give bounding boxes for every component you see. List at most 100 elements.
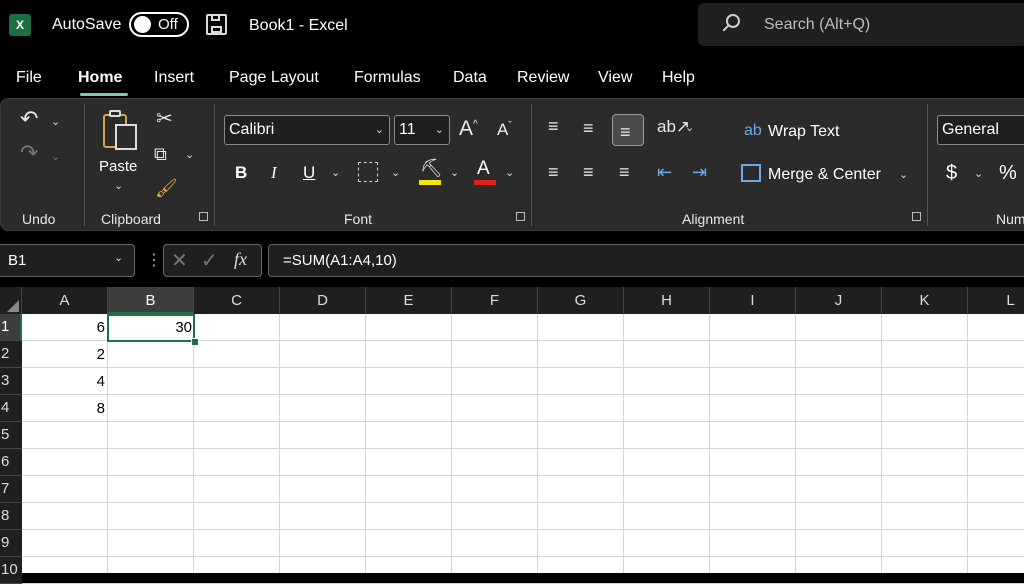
redo-dropdown-icon[interactable]: ⌄ [51, 150, 60, 163]
align-right-icon[interactable]: ≡ [619, 162, 630, 182]
insert-function-icon[interactable]: fx [234, 249, 247, 270]
formula-text: =SUM(A1:A4,10) [283, 252, 397, 269]
tab-insert[interactable]: Insert [154, 69, 194, 87]
number-format-value: General [942, 121, 999, 138]
font-launcher-icon[interactable] [516, 212, 525, 221]
cut-icon[interactable]: ✂ [156, 109, 173, 129]
more-options-icon[interactable]: ⋮ [146, 250, 162, 270]
underline-dropdown-icon[interactable]: ⌄ [331, 166, 340, 179]
column-header-i[interactable]: I [710, 287, 796, 314]
tab-view[interactable]: View [598, 69, 632, 87]
cell-a3[interactable]: 4 [22, 369, 105, 395]
paste-dropdown-icon[interactable]: ⌄ [114, 179, 123, 192]
tab-home[interactable]: Home [78, 69, 122, 87]
column-header-g[interactable]: G [538, 287, 624, 314]
cell-a1[interactable]: 6 [22, 315, 105, 341]
row-header-9[interactable]: 9 [0, 530, 22, 557]
row-header-2[interactable]: 2 [0, 341, 22, 368]
row-header-4[interactable]: 4 [0, 395, 22, 422]
autosave-toggle[interactable]: Off [129, 12, 189, 37]
tab-review[interactable]: Review [517, 69, 569, 87]
align-bottom-button[interactable]: ≡ [612, 114, 644, 146]
search-box[interactable]: Search (Alt+Q) [698, 3, 1024, 46]
decrease-indent-icon[interactable]: ⇤ [657, 162, 672, 182]
font-color-icon[interactable]: A [477, 158, 490, 180]
row-header-7[interactable]: 7 [0, 476, 22, 503]
chevron-down-icon: ⌄ [374, 124, 384, 136]
increase-indent-icon[interactable]: ⇥ [692, 162, 707, 182]
italic-button[interactable]: I [271, 163, 277, 183]
fill-color-icon[interactable]: ⛏ [420, 158, 443, 178]
merge-center-dropdown-icon[interactable]: ⌄ [899, 168, 908, 181]
font-name-dropdown[interactable]: Calibri ⌄ [224, 115, 390, 145]
row-header-1[interactable]: 1 [0, 314, 22, 341]
cancel-icon[interactable]: ✕ [171, 248, 188, 273]
copy-dropdown-icon[interactable]: ⌄ [185, 148, 194, 161]
align-middle-icon[interactable]: ≡ [583, 118, 594, 138]
grid-column-line [967, 314, 968, 573]
tab-page-layout[interactable]: Page Layout [229, 69, 319, 87]
column-header-h[interactable]: H [624, 287, 710, 314]
row-header-3[interactable]: 3 [0, 368, 22, 395]
tab-formulas[interactable]: Formulas [354, 69, 421, 87]
merge-center-button[interactable]: Merge & Center [768, 166, 881, 184]
copy-icon[interactable]: ⧉ [154, 144, 167, 164]
borders-dropdown-icon[interactable]: ⌄ [391, 166, 400, 179]
decrease-font-size-button[interactable]: Aˇ [497, 120, 512, 140]
decrease-font-size-icon: A [497, 120, 509, 139]
row-header-5[interactable]: 5 [0, 422, 22, 449]
paste-label[interactable]: Paste [99, 158, 137, 175]
column-header-l[interactable]: L [968, 287, 1024, 314]
search-icon [726, 14, 740, 28]
tab-help[interactable]: Help [662, 69, 695, 87]
underline-button[interactable]: U [303, 163, 315, 183]
align-center-icon[interactable]: ≡ [583, 162, 594, 182]
increase-font-size-button[interactable]: A^ [459, 117, 478, 141]
column-header-j[interactable]: J [796, 287, 882, 314]
redo-icon[interactable]: ↷ [20, 142, 38, 164]
tab-file[interactable]: File [16, 69, 42, 87]
enter-icon[interactable]: ✓ [201, 248, 218, 273]
borders-icon[interactable] [358, 162, 378, 182]
column-header-c[interactable]: C [194, 287, 280, 314]
column-header-e[interactable]: E [366, 287, 452, 314]
align-left-icon[interactable]: ≡ [548, 162, 559, 182]
font-color-dropdown-icon[interactable]: ⌄ [505, 166, 514, 179]
currency-button[interactable]: $ [946, 162, 957, 185]
wrap-text-button[interactable]: Wrap Text [768, 123, 839, 141]
undo-icon[interactable]: ↶ [20, 108, 38, 130]
percent-button[interactable]: % [999, 162, 1017, 185]
cell-a2[interactable]: 2 [22, 342, 105, 368]
document-title: Book1 - Excel [249, 17, 348, 34]
number-format-dropdown[interactable]: General [937, 115, 1024, 145]
undo-dropdown-icon[interactable]: ⌄ [51, 115, 60, 128]
clipboard-launcher-icon[interactable] [199, 212, 208, 221]
chevron-down-icon: ⌄ [434, 124, 444, 136]
alignment-launcher-icon[interactable] [912, 212, 921, 221]
column-header-k[interactable]: K [882, 287, 968, 314]
select-all-button[interactable] [0, 287, 22, 314]
row-header-6[interactable]: 6 [0, 449, 22, 476]
column-header-d[interactable]: D [280, 287, 366, 314]
save-icon[interactable] [206, 14, 227, 35]
name-box[interactable]: B1 ⌄ [0, 244, 135, 277]
row-header-10[interactable]: 10 [0, 557, 22, 584]
currency-dropdown-icon[interactable]: ⌄ [974, 167, 983, 180]
paste-icon[interactable] [101, 110, 139, 152]
grid-row-line [22, 394, 1024, 395]
align-top-icon[interactable]: ≡ [548, 116, 559, 136]
format-painter-icon[interactable]: 🖌 [155, 178, 178, 198]
tab-data[interactable]: Data [453, 69, 487, 87]
cell-a4[interactable]: 8 [22, 396, 105, 422]
active-tab-indicator [80, 93, 128, 96]
row-header-8[interactable]: 8 [0, 503, 22, 530]
column-header-f[interactable]: F [452, 287, 538, 314]
fill-handle[interactable] [191, 338, 199, 346]
bold-button[interactable]: B [235, 163, 247, 183]
fill-color-dropdown-icon[interactable]: ⌄ [450, 166, 459, 179]
orientation-dropdown-icon[interactable]: ⌄ [685, 121, 694, 134]
formula-input[interactable]: =SUM(A1:A4,10) [268, 244, 1024, 277]
column-header-b[interactable]: B [108, 287, 194, 314]
font-size-dropdown[interactable]: 11 ⌄ [394, 115, 450, 145]
column-header-a[interactable]: A [22, 287, 108, 314]
